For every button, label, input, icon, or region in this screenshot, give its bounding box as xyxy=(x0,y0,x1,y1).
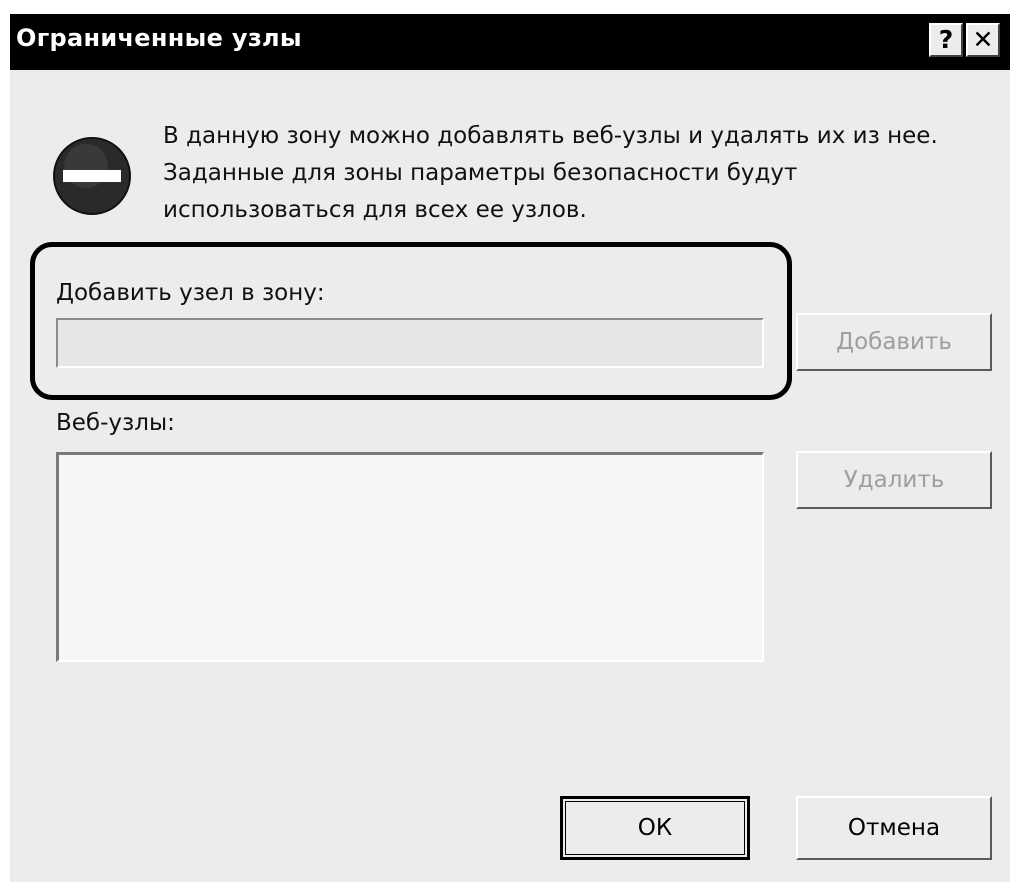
ok-button[interactable]: ОК xyxy=(560,796,750,860)
add-button[interactable]: Добавить xyxy=(796,313,992,371)
help-button[interactable]: ? xyxy=(929,23,963,57)
close-button[interactable]: ✕ xyxy=(966,23,1000,57)
sites-list-label: Веб-узлы: xyxy=(56,410,175,436)
restricted-sites-dialog: Ограниченные узлы ? ✕ В данную зону можн… xyxy=(10,14,1010,882)
sites-list[interactable] xyxy=(56,452,764,662)
window-title: Ограниченные узлы xyxy=(16,24,302,52)
title-bar[interactable]: Ограниченные узлы ? ✕ xyxy=(10,14,1010,70)
zone-description: В данную зону можно добавлять веб-узлы и… xyxy=(163,123,938,223)
remove-button[interactable]: Удалить xyxy=(796,451,992,509)
add-site-input[interactable] xyxy=(56,318,764,368)
add-site-label: Добавить узел в зону: xyxy=(56,280,325,306)
cancel-button[interactable]: Отмена xyxy=(796,796,992,860)
restricted-zone-icon xyxy=(53,137,131,215)
